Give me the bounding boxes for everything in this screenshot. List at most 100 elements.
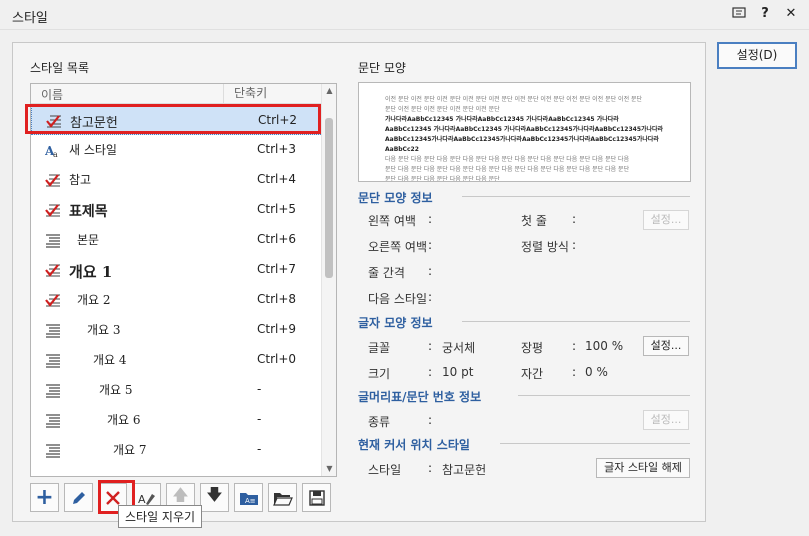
align-label: 정렬 방식	[521, 240, 569, 254]
folder-open-icon	[272, 492, 293, 506]
next-style-label: 다음 스타일	[368, 292, 428, 306]
selection-highlight-frame	[25, 104, 321, 134]
spacing-colon: :	[572, 365, 577, 379]
para-info-title: 문단 모양 정보	[358, 191, 433, 205]
style-shortcut: Ctrl+5	[257, 202, 297, 216]
para-setting-button[interactable]: 설정...	[643, 210, 689, 230]
style-list-label: 스타일 목록	[30, 61, 90, 75]
char-setting-button[interactable]: 설정...	[643, 336, 689, 356]
style-name: 개요 7	[113, 443, 147, 457]
add-style-button[interactable]: +	[30, 483, 59, 512]
style-shortcut: Ctrl+0	[257, 352, 297, 366]
style-list[interactable]: 이름 단축키 참고문헌 Ctrl+2 Aa 새 스타일 Ctrl+3 참고 Ctrl+4 표제…	[30, 83, 337, 477]
preview-line: 다음 문단 다음 문단 다음 문단 다음 문단 다음 문단 다음 문단 다음 문…	[385, 156, 630, 163]
list-header: 이름 단축키	[31, 84, 336, 104]
style-row[interactable]: 개요 6 -	[31, 405, 321, 435]
size-colon: :	[428, 365, 433, 379]
edit-style-button[interactable]	[64, 483, 93, 512]
svg-text:A≡: A≡	[245, 497, 256, 505]
preview-line: 문단 다음 문단 다음 문단 다음 문단 다음 문단	[385, 176, 500, 182]
font-colon: :	[428, 339, 433, 353]
preview-line: 이전 문단 이전 문단 이전 문단 이전 문단 이전 문단 이전 문단 이전 문…	[385, 96, 643, 103]
preview-line: 가나다라AaBbCc12345 가나다라AaBbCc12345 가나다라AaBb…	[385, 116, 619, 123]
style-row[interactable]: 개요 7 -	[31, 435, 321, 465]
bullet-setting-button[interactable]: 설정...	[643, 410, 689, 430]
cursor-style-value: 참고문헌	[442, 463, 487, 477]
para-info-divider	[462, 196, 690, 197]
first-line-label: 첫 줄	[521, 214, 547, 228]
right-margin-colon: :	[428, 238, 433, 252]
line-spacing-colon: :	[428, 264, 433, 278]
scroll-thumb[interactable]	[325, 118, 333, 278]
style-row[interactable]: 개요 2 Ctrl+8	[31, 285, 321, 315]
spacing-value: 0 %	[585, 365, 608, 379]
size-value: 10 pt	[442, 365, 474, 379]
align-colon: :	[572, 238, 577, 252]
setting-button[interactable]: 설정(D)	[717, 42, 797, 69]
paragraph-style-icon	[45, 412, 61, 428]
preview-line: 문단 다음 문단 다음 문단 다음 문단 다음 문단 다음 문단 다음 문단 다…	[385, 166, 630, 173]
style-shortcut: Ctrl+4	[257, 172, 297, 186]
paragraph-style-check-icon	[45, 292, 61, 308]
kind-label: 종류	[368, 415, 391, 429]
style-row[interactable]: 개요 1 Ctrl+7	[31, 255, 321, 285]
char-info-title: 글자 모양 정보	[358, 316, 433, 330]
style-row[interactable]: 개요 3 Ctrl+9	[31, 315, 321, 345]
width-colon: :	[572, 339, 577, 353]
window-title: 스타일	[12, 11, 48, 26]
kind-colon: :	[428, 413, 433, 427]
import-style-button[interactable]: A≡	[234, 483, 263, 512]
cursor-style-colon: :	[428, 461, 433, 475]
bullet-info-title: 글머리표/문단 번호 정보	[358, 390, 482, 404]
pencil-icon	[72, 491, 85, 504]
preview-line: AaBbCc22	[385, 146, 419, 153]
width-label: 장평	[521, 341, 544, 355]
style-shortcut: Ctrl+8	[257, 292, 297, 306]
column-key-header[interactable]: 단축키	[223, 84, 323, 104]
dialog-icon[interactable]	[731, 6, 747, 22]
svg-text:A: A	[138, 493, 146, 506]
style-row[interactable]: 표제목 Ctrl+5	[31, 195, 321, 225]
style-shortcut: Ctrl+6	[257, 232, 297, 246]
preview-line: 문단 이전 문단 이전 문단 이전 문단 이전 문단	[385, 106, 500, 113]
paragraph-style-check-icon	[45, 202, 61, 218]
style-shortcut: Ctrl+3	[257, 142, 297, 156]
bullet-info-divider	[518, 395, 690, 396]
eyedropper-icon: A	[138, 493, 155, 506]
style-row[interactable]: 개요 5 -	[31, 375, 321, 405]
save-style-button[interactable]	[302, 483, 331, 512]
style-row[interactable]: 개요 4 Ctrl+0	[31, 345, 321, 375]
move-down-button[interactable]: 🡇	[200, 483, 229, 512]
scroll-down-arrow-icon[interactable]: ▼	[322, 462, 336, 476]
style-name: 개요 1	[69, 263, 113, 281]
open-style-button[interactable]	[268, 483, 297, 512]
list-scrollbar[interactable]: ▲ ▼	[321, 84, 336, 476]
style-row[interactable]: 본문 Ctrl+6	[31, 225, 321, 255]
column-name-header[interactable]: 이름	[41, 86, 63, 103]
folder-style-icon: A≡	[239, 492, 258, 505]
right-margin-label: 오른쪽 여백	[368, 240, 428, 254]
close-icon[interactable]: ✕	[783, 6, 799, 22]
font-label: 글꼴	[368, 341, 391, 355]
style-name: 개요 6	[107, 413, 141, 427]
style-row[interactable]: Aa 새 스타일 Ctrl+3	[31, 135, 321, 165]
clear-char-style-button[interactable]: 글자 스타일 해제	[596, 458, 690, 478]
help-icon[interactable]: ?	[757, 6, 773, 22]
paragraph-style-icon	[45, 382, 61, 398]
arrow-down-icon: 🡇	[206, 485, 223, 504]
delete-tooltip: 스타일 지우기	[118, 505, 203, 528]
style-name: 개요 3	[87, 323, 121, 337]
paragraph-style-icon	[45, 232, 61, 248]
next-style-colon: :	[428, 290, 433, 304]
preview-line: AaBbCc12345 가나다라AaBbCc12345 가나다라AaBbCc12…	[385, 126, 664, 133]
width-value: 100 %	[585, 339, 624, 353]
paragraph-style-icon	[45, 442, 61, 458]
style-name: 참고	[69, 173, 92, 187]
character-style-icon: Aa	[44, 142, 61, 159]
paragraph-style-check-icon	[45, 172, 61, 188]
scroll-up-arrow-icon[interactable]: ▲	[322, 84, 336, 98]
style-row[interactable]: 참고 Ctrl+4	[31, 165, 321, 195]
left-margin-label: 왼쪽 여백	[368, 214, 416, 228]
title-bar: 스타일 ? ✕	[0, 0, 809, 30]
paragraph-preview: 이전 문단 이전 문단 이전 문단 이전 문단 이전 문단 이전 문단 이전 문…	[358, 82, 691, 182]
